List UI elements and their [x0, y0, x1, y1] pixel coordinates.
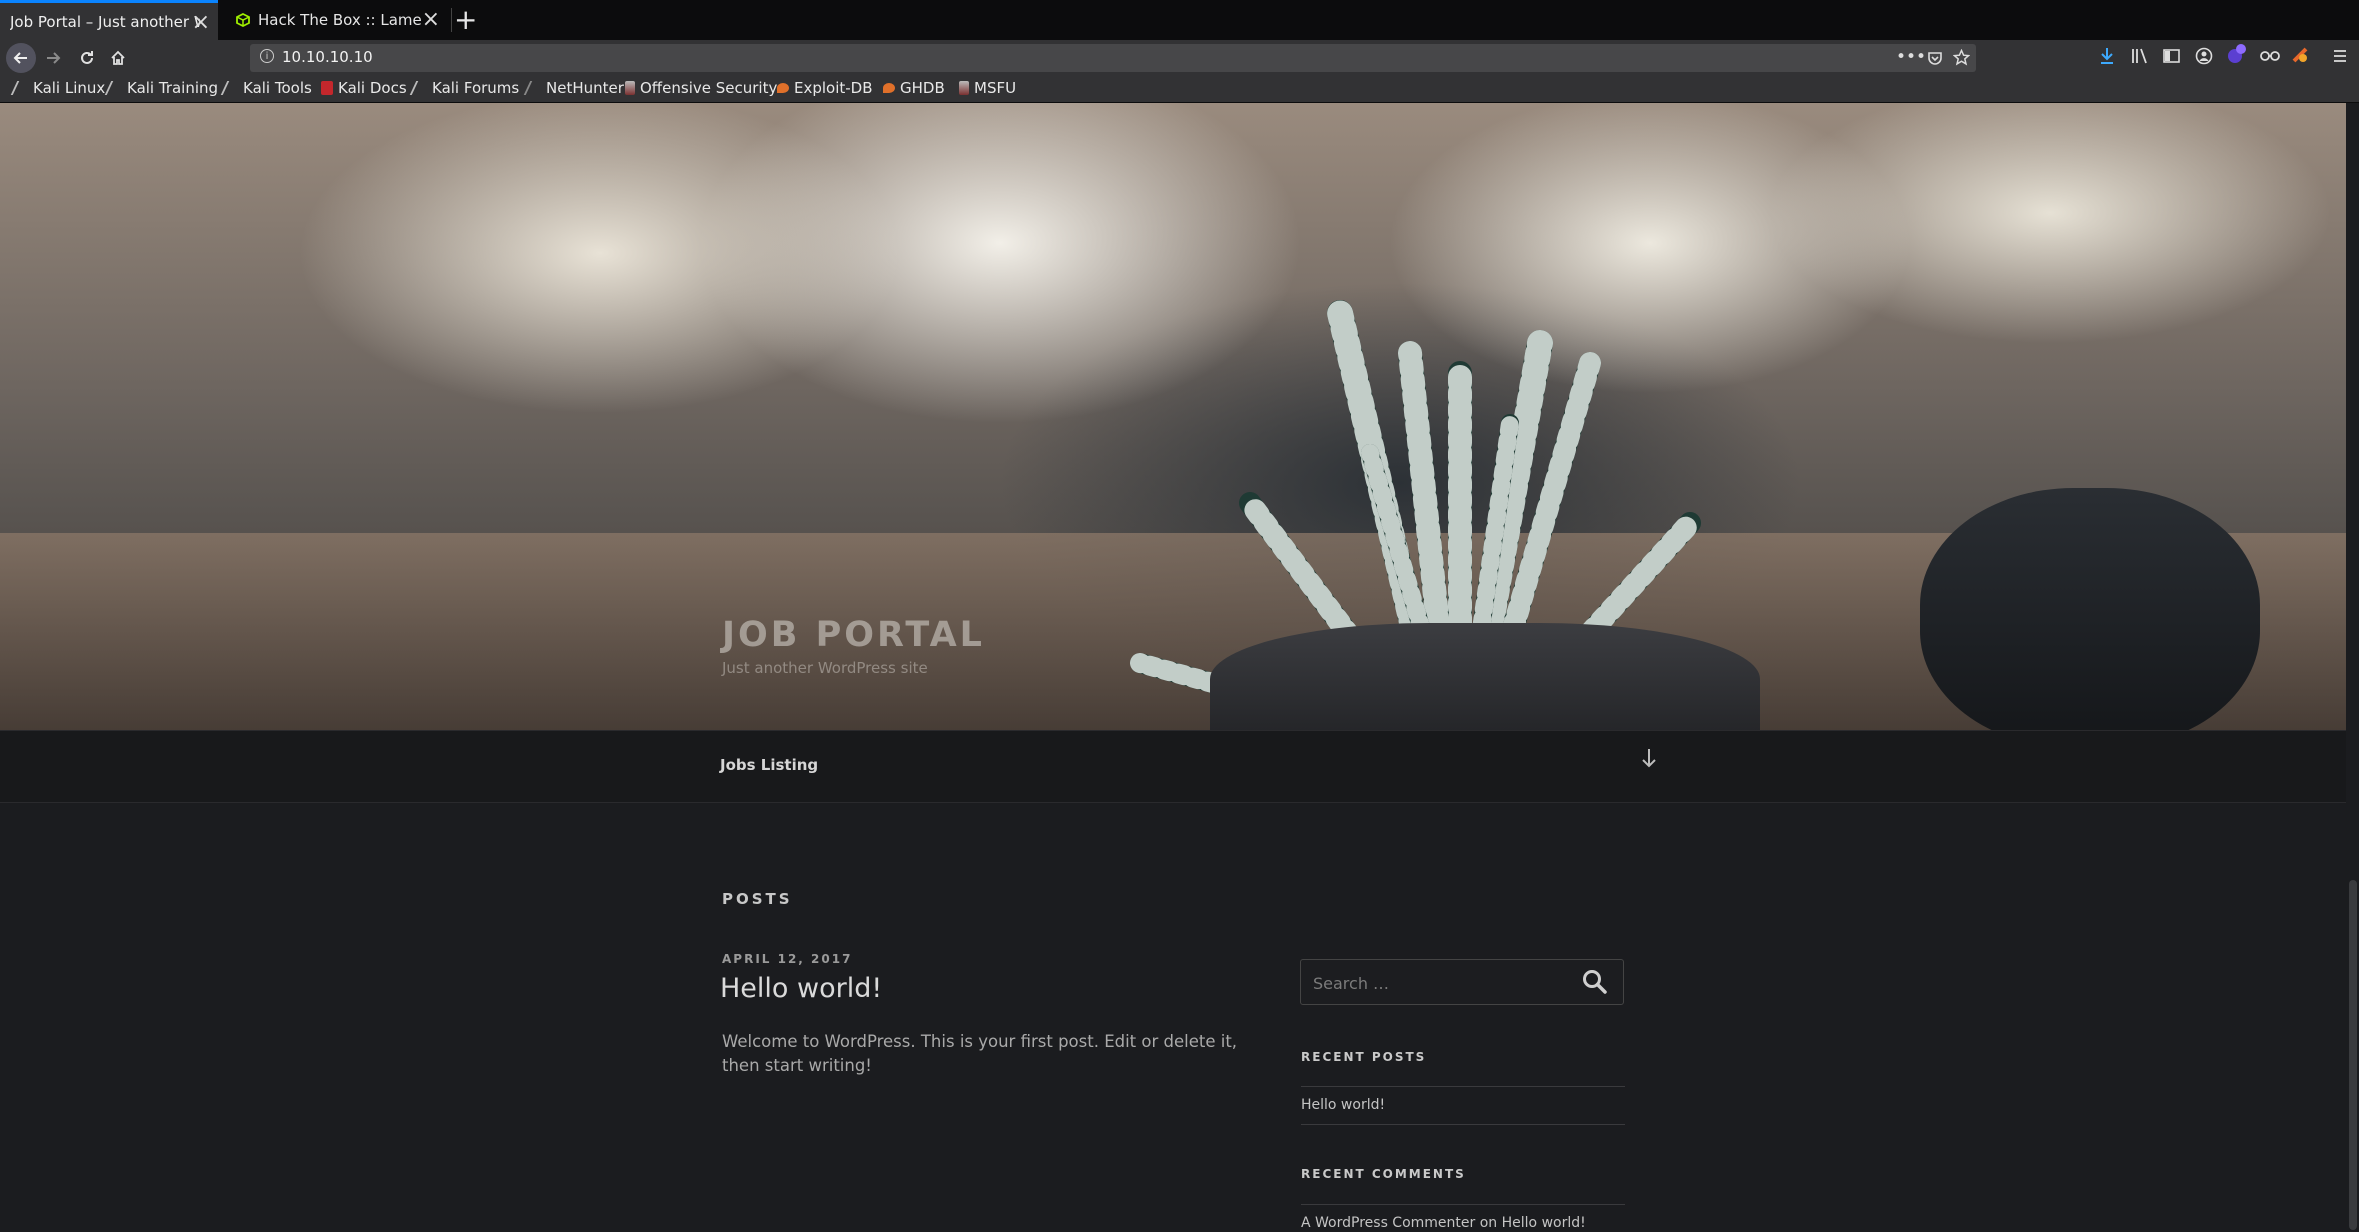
bookmarks-toolbar: Kali Linux Kali Training Kali Tools Kali… — [0, 76, 2359, 103]
kali-icon — [220, 81, 242, 95]
page-actions-icon[interactable]: ••• — [1896, 47, 1926, 67]
bookmark-kali-forums[interactable]: Kali Forums — [409, 79, 520, 97]
bookmark-label: Kali Tools — [243, 79, 312, 97]
bookmark-offensive-security[interactable]: Offensive Security — [625, 79, 777, 97]
hero-pot — [1210, 623, 1760, 730]
close-tab-icon[interactable]: × — [192, 10, 210, 35]
bookmark-kali-linux[interactable]: Kali Linux — [10, 79, 106, 97]
foxyproxy-icon[interactable] — [2260, 50, 2280, 62]
site-title[interactable]: JOB PORTAL — [722, 615, 985, 655]
search-form[interactable] — [1300, 959, 1624, 1005]
site-description: Just another WordPress site — [722, 659, 928, 677]
divider — [1301, 1086, 1625, 1087]
tab-title: Hack The Box :: Lame — [258, 11, 422, 29]
menu-icon[interactable] — [2332, 48, 2348, 64]
bookmark-msfu[interactable]: MSFU — [959, 79, 1016, 97]
arrow-left-icon — [13, 52, 27, 64]
tab-separator — [451, 8, 452, 32]
pocket-icon[interactable] — [1927, 50, 1943, 66]
account-icon[interactable] — [2195, 47, 2213, 65]
post-excerpt: Welcome to WordPress. This is your first… — [722, 1032, 1238, 1075]
navigation-menu: Jobs Listing — [0, 730, 2359, 803]
tab-bar: Job Portal – Just another Wo × Hack The … — [0, 0, 2359, 40]
home-button[interactable] — [103, 43, 133, 73]
bookmark-label: Kali Forums — [432, 79, 520, 97]
forward-button[interactable] — [38, 43, 68, 73]
header-image: JOB PORTAL Just another WordPress site — [0, 103, 2359, 730]
post-title[interactable]: Hello world! — [720, 973, 882, 1004]
comment-post-link[interactable]: Hello world! — [1502, 1215, 1586, 1231]
url-text[interactable]: 10.10.10.10 — [282, 48, 373, 66]
bookmark-kali-training[interactable]: Kali Training — [104, 79, 219, 97]
reload-button[interactable] — [72, 43, 102, 73]
bookmark-ghdb[interactable]: GHDB — [883, 79, 945, 97]
reload-icon — [81, 51, 93, 64]
sidebar-icon[interactable] — [2163, 48, 2180, 64]
recent-posts-title: RECENT POSTS — [1301, 1050, 1427, 1064]
bookmark-label: Kali Training — [127, 79, 219, 97]
comment-author-link[interactable]: A WordPress Commenter — [1301, 1215, 1475, 1231]
comment-on-text: on — [1479, 1215, 1498, 1231]
bookmark-nethunter[interactable]: NetHunter — [523, 79, 624, 97]
kali-icon — [10, 81, 32, 95]
kali-docs-icon — [321, 81, 333, 95]
divider — [1301, 1204, 1625, 1205]
bookmark-kali-docs[interactable]: Kali Docs — [321, 79, 407, 97]
post-date[interactable]: APRIL 12, 2017 — [722, 952, 852, 966]
bookmark-label: NetHunter — [546, 79, 624, 97]
back-button[interactable] — [6, 43, 36, 73]
recent-comment: A WordPress Commenter on Hello world! — [1301, 1215, 1586, 1231]
exploitdb-icon — [777, 83, 789, 93]
info-icon[interactable]: i — [260, 49, 274, 63]
hackthebox-icon — [236, 13, 250, 27]
bookmark-label: Exploit-DB — [794, 79, 873, 97]
kali-icon — [409, 81, 431, 95]
arrow-down-icon[interactable] — [1640, 747, 1658, 769]
bookmark-star-icon[interactable] — [1953, 49, 1970, 66]
close-tab-icon[interactable]: × — [422, 7, 440, 32]
bookmark-label: MSFU — [974, 79, 1017, 97]
menu-item-jobs-listing[interactable]: Jobs Listing — [720, 756, 818, 774]
recent-post-link[interactable]: Hello world! — [1301, 1097, 1385, 1113]
offsec-icon — [959, 81, 969, 95]
bookmark-label: Kali Docs — [338, 79, 407, 97]
home-icon — [111, 50, 125, 65]
tab-job-portal[interactable]: Job Portal – Just another Wo × — [0, 0, 218, 40]
bookmark-label: GHDB — [900, 79, 945, 97]
extension-icon[interactable] — [2226, 43, 2248, 65]
recent-comments-title: RECENT COMMENTS — [1301, 1167, 1466, 1181]
search-icon[interactable] — [1581, 968, 1609, 996]
offsec-icon — [625, 81, 635, 95]
kali-icon — [523, 81, 545, 95]
hero-background-pot — [1920, 488, 2260, 730]
page-title: POSTS — [722, 890, 793, 908]
library-icon[interactable] — [2131, 48, 2148, 64]
bookmark-label: Offensive Security — [640, 79, 778, 97]
divider — [1301, 1124, 1625, 1125]
bookmark-exploit-db[interactable]: Exploit-DB — [777, 79, 873, 97]
exploitdb-icon — [883, 83, 895, 93]
url-bar[interactable]: i 10.10.10.10 ••• — [250, 44, 1976, 72]
tab-title: Job Portal – Just another Wo — [10, 12, 200, 31]
downloads-icon[interactable] — [2099, 47, 2115, 65]
tab-hack-the-box[interactable]: Hack The Box :: Lame × — [226, 0, 448, 40]
kali-icon — [104, 81, 126, 95]
new-tab-button[interactable]: + — [454, 3, 477, 36]
scrollbar-thumb[interactable] — [2349, 880, 2357, 1230]
wappalyzer-icon[interactable] — [2291, 46, 2309, 64]
bookmark-label: Kali Linux — [33, 79, 106, 97]
arrow-right-icon — [47, 52, 61, 64]
search-input[interactable] — [1311, 970, 1565, 996]
bookmark-kali-tools[interactable]: Kali Tools — [220, 79, 312, 97]
